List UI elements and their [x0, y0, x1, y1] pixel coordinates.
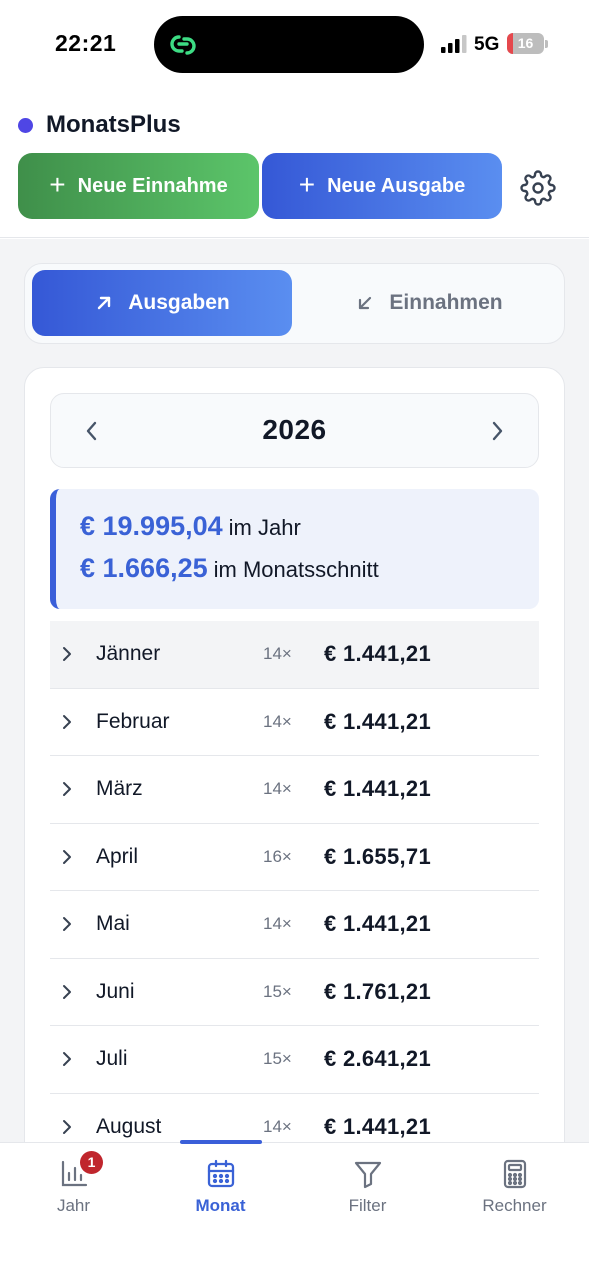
year-total-line: € 19.995,04 im Jahr — [80, 511, 301, 542]
new-expense-label: Neue Ausgabe — [327, 174, 466, 197]
notification-badge: 1 — [80, 1151, 103, 1174]
month-name: Jänner — [96, 642, 161, 665]
month-row[interactable]: Jänner 14× € 1.441,21 — [50, 621, 539, 689]
month-amount: € 1.441,21 — [324, 1113, 431, 1139]
month-amount: € 1.761,21 — [324, 978, 431, 1004]
month-amount: € 1.441,21 — [324, 641, 431, 666]
tab-filter-label: Filter — [348, 1196, 387, 1215]
brand-dot — [18, 118, 33, 133]
tab-month[interactable]: Monat — [147, 1143, 294, 1233]
status-bar: 22:21 5G 16 — [0, 0, 589, 90]
tab-expenses[interactable]: Ausgaben — [32, 270, 292, 336]
month-count: 15× — [263, 981, 292, 1001]
network-type: 5G — [474, 34, 500, 55]
year-label: 2026 — [262, 414, 327, 445]
chevron-right-icon — [63, 782, 71, 796]
month-row[interactable]: April 16× € 1.655,71 — [50, 823, 539, 891]
dynamic-island — [154, 16, 424, 73]
year-total-amount: € 19.995,04 — [80, 511, 223, 541]
month-row[interactable]: Juli 15× € 2.641,21 — [50, 1026, 539, 1094]
month-list: Jänner 14× € 1.441,21 Februar 14× € 1.44… — [50, 621, 539, 1143]
month-count: 14× — [263, 644, 292, 663]
tab-expenses-label: Ausgaben — [128, 291, 230, 314]
month-name: April — [96, 844, 139, 868]
month-name: März — [96, 777, 143, 800]
arrow-up-right-icon — [98, 296, 111, 310]
tab-year-label: Jahr — [56, 1196, 91, 1215]
month-name: Februar — [96, 709, 170, 733]
monthly-average-line: € 1.666,25 im Monatsschnitt — [80, 553, 379, 584]
calendar-icon — [207, 1159, 234, 1188]
chevron-right-icon — [63, 714, 71, 729]
month-count: 14× — [263, 711, 292, 731]
link-activity-icon — [170, 35, 196, 55]
month-name: August — [96, 1114, 162, 1138]
chevron-right-icon — [63, 1052, 71, 1066]
arrow-down-left-icon — [359, 296, 372, 310]
year-navigator: 2026 — [50, 393, 539, 468]
tab-filter[interactable]: Filter — [294, 1143, 441, 1233]
month-count: 14× — [263, 914, 292, 933]
chevron-right-icon[interactable] — [486, 418, 508, 444]
new-income-label: Neue Einnahme — [77, 174, 228, 197]
tab-calculator[interactable]: Rechner — [441, 1143, 588, 1233]
status-time: 22:21 — [55, 30, 117, 56]
tab-calculator-label: Rechner — [482, 1196, 547, 1215]
month-amount: € 1.441,21 — [324, 776, 431, 801]
month-row[interactable]: Mai 14× € 1.441,21 — [50, 891, 539, 959]
plus-icon: + — [298, 169, 316, 200]
month-count: 16× — [263, 846, 292, 866]
main-content[interactable]: Ausgaben Einnahmen 2026 € 19.995,04 im Ja… — [0, 239, 589, 1143]
type-segmented-control: Ausgaben Einnahmen — [24, 263, 565, 344]
battery-tip — [545, 40, 548, 48]
tab-income-label: Einnahmen — [389, 291, 503, 314]
tab-year[interactable]: 1 Jahr — [0, 1143, 147, 1233]
tab-month-label: Monat — [195, 1196, 246, 1215]
month-name: Juli — [96, 1047, 128, 1070]
month-row[interactable]: Februar 14× € 1.441,21 — [50, 688, 539, 756]
app-header: MonatsPlus + Neue Einnahme + Neue Ausgab… — [0, 90, 589, 238]
chevron-right-icon — [63, 917, 71, 931]
year-total-suffix: im Jahr — [228, 515, 301, 540]
month-amount: € 1.655,71 — [324, 843, 431, 869]
filter-icon — [354, 1161, 381, 1189]
settings-gear-icon[interactable] — [520, 170, 556, 206]
month-count: 14× — [263, 779, 292, 798]
app-title: MonatsPlus — [46, 111, 181, 138]
battery-level: 16 — [517, 35, 534, 51]
chevron-right-icon — [63, 849, 71, 864]
month-amount: € 1.441,21 — [324, 911, 431, 936]
calculator-icon — [503, 1159, 526, 1189]
new-expense-button[interactable]: + Neue Ausgabe — [262, 153, 502, 219]
chevron-right-icon — [63, 984, 71, 999]
monthly-average-suffix: im Monatsschnitt — [213, 557, 379, 582]
month-name: Juni — [96, 979, 135, 1003]
new-income-button[interactable]: + Neue Einnahme — [18, 153, 259, 219]
month-count: 15× — [263, 1049, 292, 1068]
summary-box: € 19.995,04 im Jahr € 1.666,25 im Monatssc… — [50, 489, 539, 609]
month-row[interactable]: März 14× € 1.441,21 — [50, 756, 539, 824]
cellular-signal-icon — [441, 35, 467, 53]
month-row[interactable]: Juni 15× € 1.761,21 — [50, 958, 539, 1026]
overview-card: 2026 € 19.995,04 im Jahr € 1.666,25 im Mon… — [24, 367, 565, 1143]
month-amount: € 2.641,21 — [324, 1046, 431, 1071]
bottom-tab-bar: 1 Jahr Monat Filter Rechner — [0, 1140, 589, 1278]
chevron-right-icon — [63, 1119, 71, 1134]
month-count: 14× — [263, 1116, 292, 1136]
plus-icon: + — [49, 169, 66, 200]
battery-icon: 16 — [507, 33, 544, 54]
chevron-right-icon — [63, 647, 71, 661]
month-name: Mai — [96, 912, 130, 935]
tab-income[interactable]: Einnahmen — [299, 270, 559, 336]
monthly-average-amount: € 1.666,25 — [80, 553, 208, 583]
month-amount: € 1.441,21 — [324, 708, 431, 734]
month-row[interactable]: August 14× € 1.441,21 — [50, 1093, 539, 1143]
